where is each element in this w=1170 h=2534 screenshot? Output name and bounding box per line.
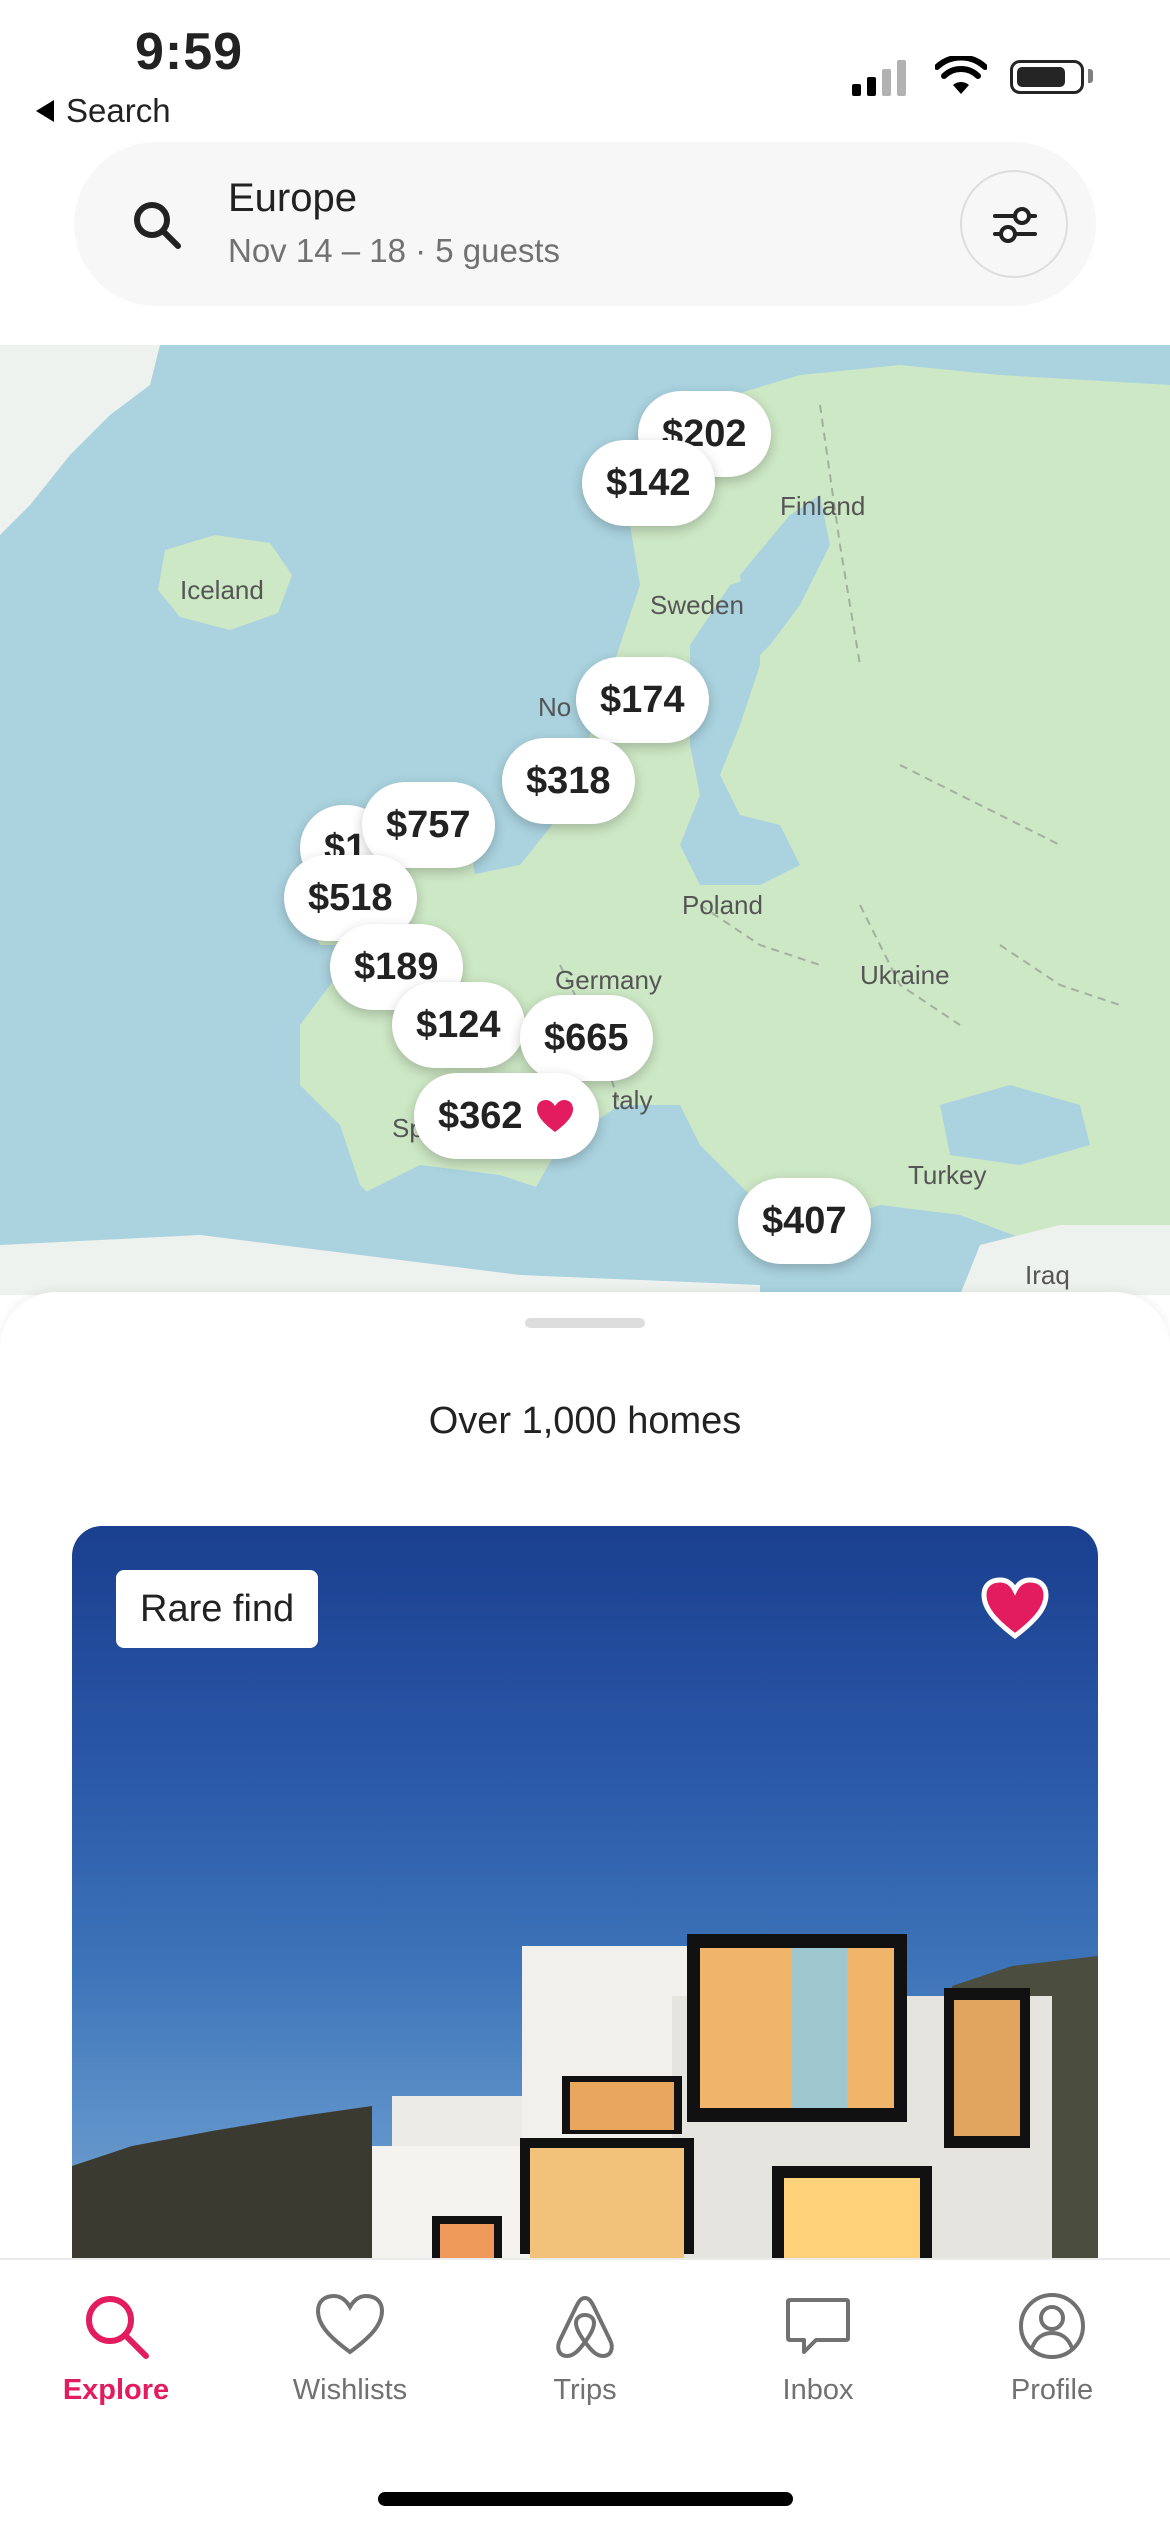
price-pin-favorited[interactable]: $362 (414, 1073, 599, 1159)
price-pin[interactable]: $665 (520, 995, 653, 1081)
listing-card[interactable]: Rare find (72, 1526, 1098, 2262)
homes-count: Over 1,000 homes (428, 1400, 742, 1442)
tab-wishlists[interactable]: Wishlists (250, 2290, 450, 2407)
map-label: Iceland (180, 575, 264, 605)
search-dates-guests: Nov 14 – 18 · 5 guests (228, 232, 561, 269)
battery-cap (1088, 69, 1093, 83)
profile-icon (1019, 2293, 1085, 2359)
tab-label: Explore (62, 2374, 170, 2406)
search-icon (134, 202, 181, 249)
back-to-search-link[interactable]: Search (36, 92, 171, 130)
heart-icon (315, 2293, 385, 2355)
map-label: No (538, 692, 572, 722)
map-view[interactable]: Iceland Finland Sweden No Poland Germany… (0, 345, 1170, 1295)
tab-label: Inbox (782, 2374, 854, 2406)
back-arrow-icon (36, 100, 54, 122)
status-time: 9:59 (135, 23, 244, 81)
status-bar: 9:59 Search (0, 0, 1170, 135)
wishlist-heart-icon[interactable] (980, 1576, 1050, 1640)
map-label: Ukraine (860, 960, 950, 990)
price-pin[interactable]: $124 (392, 982, 525, 1068)
price-pin[interactable]: $318 (502, 738, 635, 824)
home-indicator[interactable] (378, 2492, 793, 2506)
tab-profile[interactable]: Profile (952, 2290, 1152, 2407)
map-label: Turkey (908, 1160, 987, 1190)
map-label: Finland (780, 491, 866, 521)
heart-filled-icon (536, 1100, 573, 1132)
tab-label: Profile (1010, 2374, 1094, 2406)
wifi-icon (935, 56, 987, 94)
map-label: Poland (682, 890, 763, 920)
map-label: Iraq (1025, 1260, 1070, 1290)
search-destination: Europe (228, 176, 357, 220)
airbnb-logo-icon (556, 2296, 614, 2358)
tab-explore[interactable]: Explore (16, 2290, 216, 2407)
sheet-grabber-handle[interactable] (525, 1318, 645, 1328)
battery-icon (1010, 60, 1084, 94)
filters-button[interactable] (960, 170, 1068, 278)
search-bar[interactable]: Europe Nov 14 – 18 · 5 guests (74, 142, 1096, 306)
price-pin[interactable]: $174 (576, 657, 709, 743)
map-label: Germany (555, 965, 662, 995)
back-link-label: Search (66, 92, 171, 129)
tab-label: Trips (553, 2374, 617, 2406)
tab-inbox[interactable]: Inbox (718, 2290, 918, 2407)
map-label: taly (612, 1085, 653, 1115)
tab-trips[interactable]: Trips (485, 2290, 685, 2407)
filters-icon (993, 207, 1037, 243)
price-pin[interactable]: $142 (582, 440, 715, 526)
price-pin[interactable]: $407 (738, 1178, 871, 1264)
message-icon (786, 2298, 850, 2354)
map-label: Sweden (650, 590, 744, 620)
search-icon (86, 2296, 149, 2359)
rare-find-badge: Rare find (116, 1570, 319, 1648)
cellular-signal-icon (852, 58, 906, 96)
tab-label: Wishlists (292, 2374, 408, 2406)
